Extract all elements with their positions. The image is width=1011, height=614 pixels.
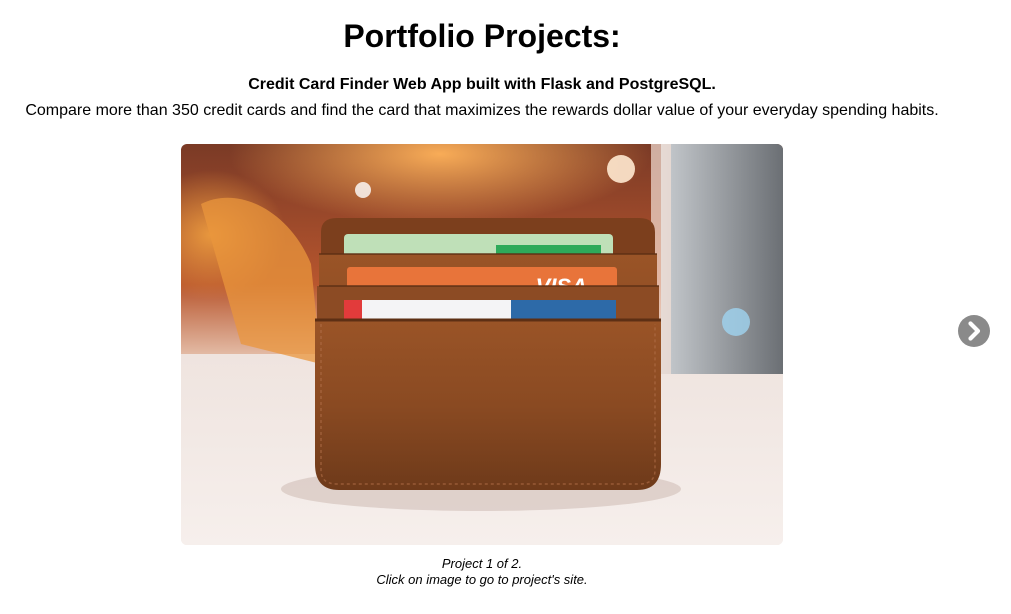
- page-title: Portfolio Projects:: [343, 18, 621, 54]
- portfolio-page: Portfolio Projects: Credit Card Finder W…: [0, 0, 1011, 614]
- project-counter: Project 1 of 2.: [441, 556, 523, 571]
- project-name: Credit Card Finder Web App built with Fl…: [248, 76, 716, 93]
- wallet-photo: VISA: [181, 144, 783, 545]
- project-description: Compare more than 350 credit cards and f…: [25, 102, 939, 119]
- project-link-hint: Click on image to go to project's site.: [376, 572, 588, 587]
- project-image-link[interactable]: VISA: [181, 144, 783, 545]
- next-project-button[interactable]: [958, 315, 990, 347]
- chevron-right-circle-icon: [958, 315, 990, 347]
